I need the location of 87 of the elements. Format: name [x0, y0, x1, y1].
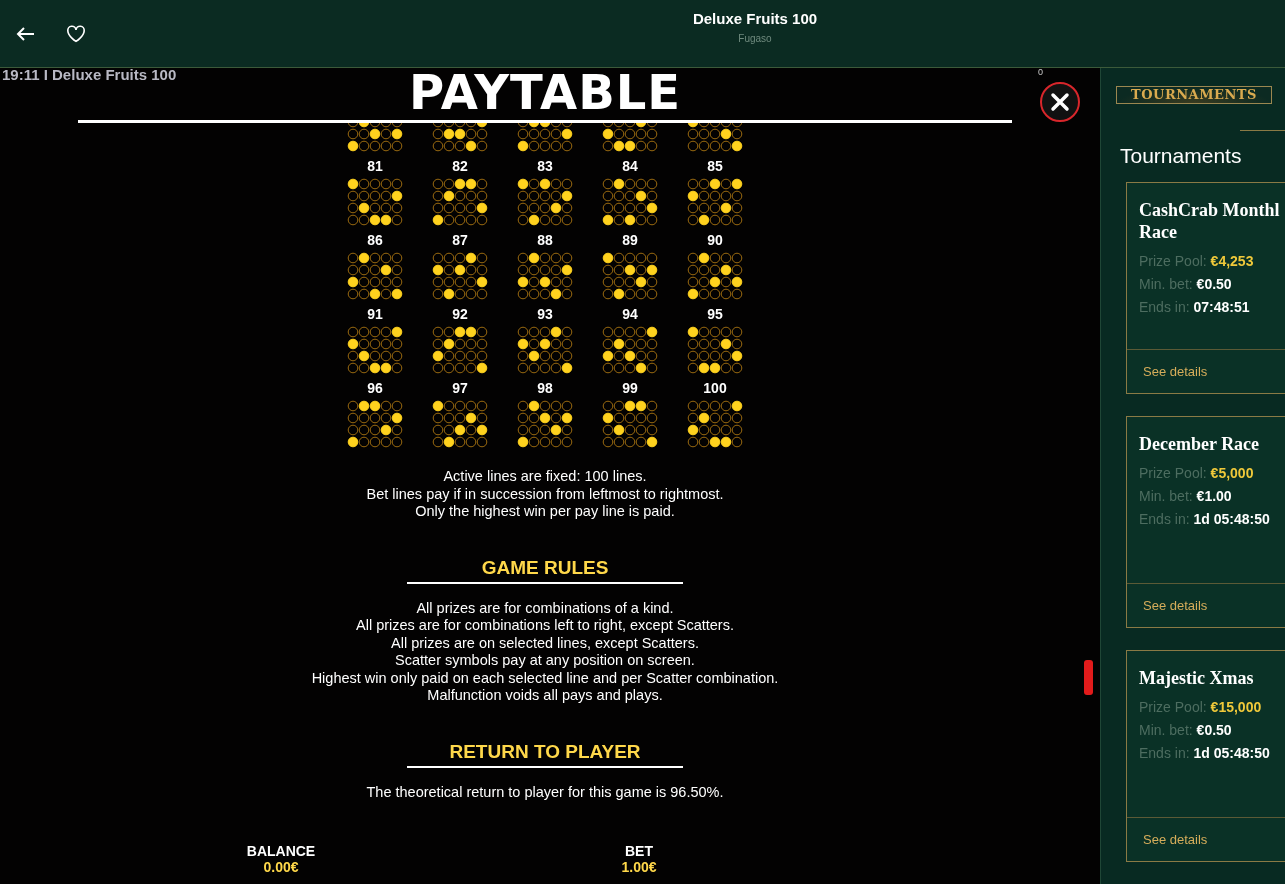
payline-pattern: [347, 252, 403, 300]
tournament-name: CashCrab Monthl Race: [1139, 199, 1281, 243]
close-icon: [1050, 92, 1070, 112]
payline-pattern: [687, 326, 743, 374]
line-number: 86: [367, 232, 383, 248]
payline-pattern: [517, 326, 573, 374]
prize-pool: Prize Pool: €15,000: [1139, 699, 1263, 715]
tournaments-tab[interactable]: TOURNAMENTS: [1116, 86, 1272, 104]
paytable-title: PAYTABLE: [408, 64, 682, 120]
prize-pool: Prize Pool: €5,000: [1139, 465, 1255, 481]
min-bet: Min. bet: €0.50: [1139, 276, 1233, 292]
line-number: 91: [367, 306, 383, 322]
payline-pattern: [347, 400, 403, 448]
payline-pattern: [687, 178, 743, 226]
payline-pattern: [517, 252, 573, 300]
rule-text: All prizes are for combinations left to right, except Scatters.: [356, 617, 734, 635]
sidebar-heading: Tournaments: [1120, 144, 1243, 168]
see-details-link[interactable]: See details: [1127, 818, 1285, 861]
see-details-link[interactable]: See details: [1127, 584, 1285, 627]
line-number: 83: [537, 158, 553, 174]
ends-in: Ends in: 1d 05:48:50: [1139, 511, 1271, 527]
line-number: 87: [452, 232, 468, 248]
close-button[interactable]: [1040, 82, 1080, 122]
rule-text: Bet lines pay if in succession from leftmost to rightmost.: [366, 485, 724, 503]
game-title: Deluxe Fruits 100: [692, 10, 818, 27]
rule-text: Highest win only paid on each selected line and per Scatter combination.: [311, 669, 779, 687]
game-provider: Fugaso: [738, 33, 772, 44]
line-number: 96: [367, 380, 383, 396]
payline-pattern: [602, 326, 658, 374]
payline-pattern: [432, 252, 488, 300]
min-bet: Min. bet: €0.50: [1139, 722, 1233, 738]
prize-pool: Prize Pool: €4,253: [1139, 253, 1255, 269]
line-number: 89: [622, 232, 638, 248]
stat-value: 1.00€: [621, 859, 657, 875]
payline-pattern: [602, 252, 658, 300]
stat-label: BALANCE: [246, 843, 316, 859]
rule-text: All prizes are for combinations of a kind.: [416, 599, 674, 617]
payline-pattern: [687, 400, 743, 448]
payline-pattern: [347, 123, 403, 152]
stat-label: BET: [625, 843, 653, 859]
section-heading: GAME RULES: [407, 556, 683, 584]
payline-pattern: [687, 252, 743, 300]
payline-pattern: [347, 326, 403, 374]
line-number: 84: [622, 158, 638, 174]
favorite-button[interactable]: [66, 24, 86, 43]
payline-pattern: [432, 178, 488, 226]
back-button[interactable]: [16, 25, 36, 42]
line-number: 82: [452, 158, 468, 174]
line-number: 88: [537, 232, 553, 248]
payline-pattern: [432, 123, 488, 152]
line-number: 93: [537, 306, 553, 322]
section-heading: RETURN TO PLAYER: [407, 740, 683, 768]
payline-pattern: [687, 123, 743, 152]
rule-text: Only the highest win per pay line is paid.: [415, 503, 675, 521]
counter: 0: [1038, 67, 1043, 77]
line-number: 90: [707, 232, 723, 248]
rule-text: Malfunction voids all pays and plays.: [427, 687, 663, 705]
payline-pattern: [602, 400, 658, 448]
line-number: 97: [452, 380, 468, 396]
payline-pattern: [432, 400, 488, 448]
ends-in: Ends in: 1d 05:48:50: [1139, 745, 1271, 761]
line-number: 100: [703, 380, 727, 396]
line-number: 98: [537, 380, 553, 396]
line-number: 95: [707, 306, 723, 322]
payline-pattern: [602, 123, 658, 152]
rule-text: All prizes are on selected lines, except Scatters.: [391, 634, 699, 652]
payline-pattern: [432, 326, 488, 374]
payline-pattern: [602, 178, 658, 226]
min-bet: Min. bet: €1.00: [1139, 488, 1233, 504]
payline-pattern: [517, 400, 573, 448]
line-number: 94: [622, 306, 638, 322]
rule-text: Scatter symbols pay at any position on screen.: [395, 652, 695, 670]
rule-text: Active lines are fixed: 100 lines.: [443, 468, 647, 486]
tournament-name: Majestic Xmas: [1139, 667, 1255, 689]
see-details-link[interactable]: See details: [1127, 350, 1285, 393]
stat-value: 0.00€: [263, 859, 299, 875]
payline-pattern: [517, 178, 573, 226]
payline-pattern: [517, 123, 573, 152]
line-number: 92: [452, 306, 468, 322]
line-number: 81: [367, 158, 383, 174]
payline-pattern: [347, 178, 403, 226]
rule-text: The theoretical return to player for this game is 96.50%.: [366, 783, 724, 801]
line-number: 85: [707, 158, 723, 174]
line-number: 99: [622, 380, 638, 396]
tournament-name: December Race: [1139, 433, 1261, 455]
ends-in: Ends in: 07:48:51: [1139, 299, 1251, 315]
clock-title: 19:11 I Deluxe Fruits 100: [2, 66, 177, 83]
